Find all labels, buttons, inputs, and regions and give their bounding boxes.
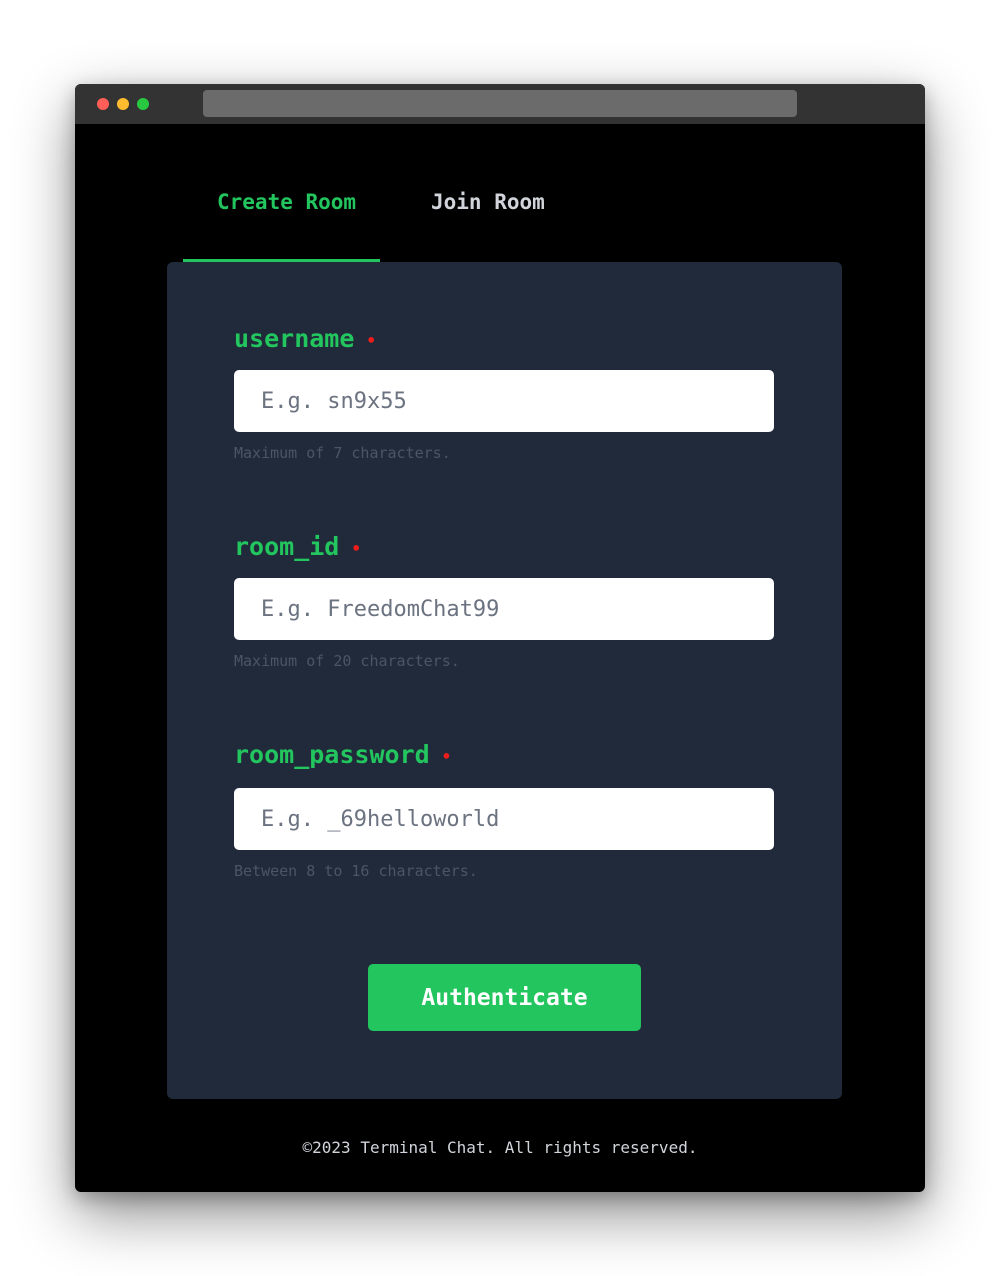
browser-titlebar	[75, 84, 925, 124]
browser-window: Create Room Join Room username • Maximum …	[75, 84, 925, 1192]
room-id-label: room_id •	[234, 532, 361, 561]
address-bar[interactable]	[203, 90, 797, 117]
username-label-text: username	[234, 324, 355, 353]
room-id-hint: Maximum of 20 characters.	[234, 652, 460, 670]
username-label: username •	[234, 324, 376, 353]
username-hint: Maximum of 7 characters.	[234, 444, 451, 462]
close-window-icon[interactable]	[97, 98, 109, 110]
authenticate-button[interactable]: Authenticate	[368, 964, 641, 1031]
footer-copyright: ©2023 Terminal Chat. All rights reserved…	[302, 1138, 698, 1157]
minimize-window-icon[interactable]	[117, 98, 129, 110]
tab-join-room[interactable]: Join Room	[431, 190, 545, 214]
maximize-window-icon[interactable]	[137, 98, 149, 110]
create-room-form: username • Maximum of 7 characters. room_…	[167, 262, 842, 1099]
room-password-label: room_password •	[234, 740, 451, 769]
username-input[interactable]	[234, 370, 774, 432]
room-password-label-text: room_password	[234, 740, 430, 769]
room-id-input[interactable]	[234, 578, 774, 640]
required-indicator: •	[366, 330, 377, 350]
required-indicator: •	[351, 538, 361, 558]
required-indicator: •	[441, 746, 452, 766]
room-password-input[interactable]	[234, 788, 774, 850]
room-id-label-text: room_id	[234, 532, 340, 561]
tab-create-room[interactable]: Create Room	[217, 190, 356, 214]
room-password-hint: Between 8 to 16 characters.	[234, 862, 478, 880]
